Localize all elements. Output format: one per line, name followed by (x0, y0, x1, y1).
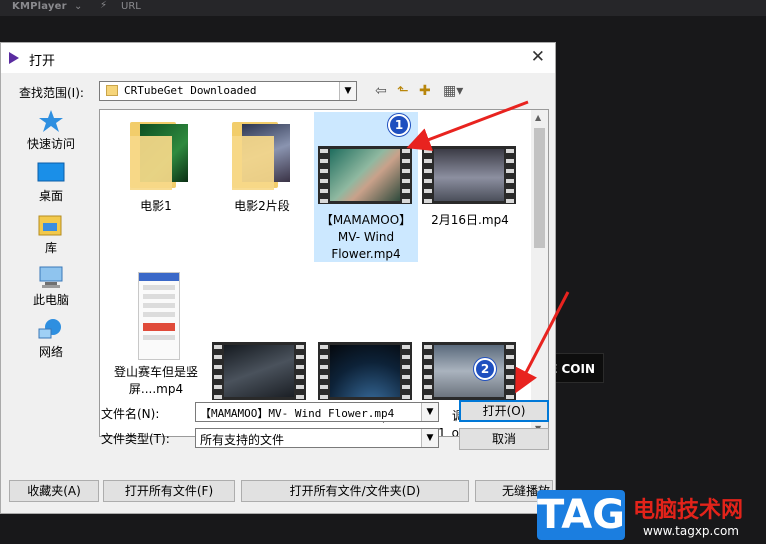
site-watermark: TAG 电脑技术网 www.tagxp.com (537, 486, 766, 544)
watermark-tag: TAG (537, 490, 625, 540)
annotation-arrows (406, 100, 570, 394)
watermark-site-name: 电脑技术网 (633, 498, 744, 523)
annotation-arrow-2 (515, 291, 570, 394)
annotation-badge-1: 1 (388, 114, 410, 136)
annotation-arrow-1 (406, 100, 529, 151)
watermark-url: www.tagxp.com (643, 524, 739, 538)
annotation-badge-2: 2 (474, 358, 496, 380)
